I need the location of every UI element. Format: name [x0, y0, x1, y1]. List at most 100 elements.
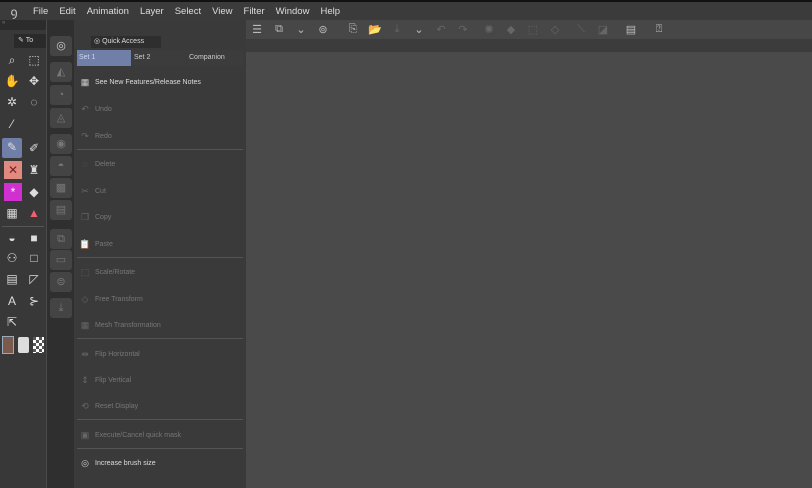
quick-access-item[interactable]: ◎ Increase brush size: [77, 451, 243, 475]
quick-access-item[interactable]: ↶ Undo: [77, 97, 243, 121]
redo-icon[interactable]: ↷: [452, 23, 474, 36]
tab-companion[interactable]: Companion: [187, 50, 243, 66]
menu-window[interactable]: Window: [271, 6, 316, 17]
quick-access-item[interactable]: ◇ Free Transform: [77, 287, 243, 311]
sub-color-swatch[interactable]: [18, 337, 29, 353]
quick-access-item[interactable]: ▣ Execute/Cancel quick mask: [77, 423, 243, 447]
tab-set-2[interactable]: Set 2: [132, 50, 186, 66]
strip-icon[interactable]: ◔: [50, 85, 72, 105]
menu-view[interactable]: View: [207, 6, 238, 17]
invert-icon[interactable]: ◪: [592, 23, 614, 36]
strip-icon[interactable]: ⧉: [50, 229, 72, 249]
scale-icon[interactable]: ⬚: [522, 23, 544, 36]
collapse-icon[interactable]: «: [0, 20, 46, 30]
tab-tool[interactable]: ✎ To: [14, 34, 46, 48]
rectangle-tool-icon[interactable]: □: [25, 249, 43, 267]
deselect-icon[interactable]: ⟍: [570, 23, 592, 36]
quick-access-item[interactable]: ▦ Mesh Transformation: [77, 313, 243, 337]
chevron-down-icon[interactable]: ⌄: [408, 23, 430, 36]
quick-access-item[interactable]: ↷ Redo: [77, 124, 243, 148]
menu-bar: ꝯ File Edit Animation Layer Select View …: [0, 0, 812, 20]
chevron-down-icon[interactable]: ⌄: [290, 23, 312, 36]
blend-tool-icon[interactable]: ▲: [25, 204, 43, 222]
eyedropper-tool-icon[interactable]: ⁄: [3, 115, 21, 133]
strip-icon[interactable]: ◬: [50, 108, 72, 128]
frame-tool-icon[interactable]: ▦: [3, 204, 21, 222]
quick-access-item[interactable]: ⟲ Reset Display: [77, 394, 243, 418]
quick-access-item[interactable]: ◌ Delete: [77, 152, 243, 176]
figure-tool-icon[interactable]: ⚇: [3, 249, 21, 267]
balloon-tool-icon[interactable]: ⊱: [25, 292, 43, 310]
clear-icon[interactable]: ✺: [478, 23, 500, 36]
quick-access-item[interactable]: ❐ Copy: [77, 205, 243, 229]
quick-access-tab[interactable]: ◎ Quick Access: [91, 36, 161, 48]
pen-tool-icon[interactable]: ✎: [2, 138, 22, 158]
quick-access-item[interactable]: ⬚ Scale/Rotate: [77, 260, 243, 284]
ruler-tool-icon[interactable]: ◸: [25, 270, 43, 288]
strip-icon[interactable]: ▤: [50, 200, 72, 220]
command-bar: ☰ ⧉ ⌄ ⊚ ⎘ 📂 ⤓ ⌄ ↶ ↷ ✺ ◆ ⬚ ◇ ⟍ ◪ ▤ ⍰: [246, 20, 812, 39]
quick-access-item[interactable]: ⇹ Flip Horizontal: [77, 342, 243, 366]
quick-access-item[interactable]: ✂ Cut: [77, 179, 243, 203]
menu-help[interactable]: Help: [315, 6, 346, 17]
quick-access-icon[interactable]: ◎: [50, 36, 72, 56]
strip-icon[interactable]: ◓: [50, 156, 72, 176]
lasso-tool-icon[interactable]: ◌: [25, 93, 43, 111]
strip-icon[interactable]: ▭: [50, 250, 72, 270]
undo-icon[interactable]: ↶: [430, 23, 452, 36]
scale-icon: ⬚: [80, 266, 90, 277]
pencil-tool-icon[interactable]: ✐: [25, 139, 43, 157]
transform-icon: ◇: [81, 293, 89, 304]
fill-tool-icon[interactable]: ◒: [3, 229, 21, 247]
canvas-area[interactable]: [246, 52, 812, 488]
panel-tool-icon[interactable]: ▤: [3, 270, 21, 288]
save-icon[interactable]: ⤓: [386, 23, 408, 36]
airbrush-tool-icon[interactable]: *: [4, 183, 22, 201]
menu-animation[interactable]: Animation: [82, 6, 135, 17]
menu-layer[interactable]: Layer: [135, 6, 170, 17]
zoom-tool-icon[interactable]: ⌕: [3, 51, 21, 69]
strip-icon[interactable]: ◭: [50, 62, 72, 82]
help-icon[interactable]: ⍰: [648, 23, 670, 36]
transparent-color-swatch[interactable]: [33, 337, 44, 353]
reset-icon: ⟲: [81, 400, 89, 411]
strip-icon[interactable]: ▩: [50, 178, 72, 198]
quick-access-item-label: Cut: [95, 187, 106, 195]
text-tool-icon[interactable]: A: [3, 292, 21, 310]
menu-icon[interactable]: ☰: [246, 23, 268, 36]
move-tool-icon[interactable]: ✥: [25, 72, 43, 90]
transform-icon[interactable]: ◇: [544, 23, 566, 36]
menu-file[interactable]: File: [28, 6, 54, 17]
menu-select[interactable]: Select: [170, 6, 207, 17]
strip-icon[interactable]: ⤓: [50, 298, 72, 318]
new-icon[interactable]: ⧉: [268, 23, 290, 36]
gradient-tool-icon[interactable]: ■: [25, 229, 43, 247]
quick-access-item[interactable]: 📋 Paste: [77, 232, 243, 256]
hand-tool-icon[interactable]: ✋: [3, 72, 21, 90]
operation-tool-icon[interactable]: ⬚: [25, 51, 43, 69]
flip-horizontal-icon: ⇹: [81, 348, 89, 359]
correct-line-tool-icon[interactable]: ⇱: [3, 313, 21, 331]
auto-select-tool-icon[interactable]: ✲: [3, 93, 21, 111]
new-file-icon[interactable]: ⎘: [342, 23, 364, 36]
quick-access-item-label: Undo: [95, 105, 112, 113]
menu-edit[interactable]: Edit: [54, 6, 81, 17]
quick-access-item[interactable]: ▦ See New Features/Release Notes: [77, 70, 243, 94]
stamp-tool-icon[interactable]: ♜: [25, 161, 43, 179]
decoration-tool-icon[interactable]: ✕: [4, 161, 22, 179]
clip-studio-icon[interactable]: ⊚: [312, 23, 334, 36]
fill-icon[interactable]: ◆: [500, 23, 522, 36]
main-color-swatch[interactable]: [2, 336, 14, 354]
document-icon[interactable]: ▤: [620, 23, 642, 36]
delete-icon: ◌: [82, 159, 88, 169]
menu-filter[interactable]: Filter: [239, 6, 271, 17]
strip-icon[interactable]: ◉: [50, 134, 72, 154]
eraser-tool-icon[interactable]: ◆: [25, 183, 43, 201]
divider: [77, 149, 243, 150]
quick-access-item[interactable]: ⇕ Flip Vertical: [77, 368, 243, 392]
tab-set-1[interactable]: Set 1: [77, 50, 131, 66]
quick-access-item-label: See New Features/Release Notes: [95, 78, 201, 86]
open-folder-icon[interactable]: 📂: [364, 23, 386, 36]
strip-icon[interactable]: ⊜: [50, 272, 72, 292]
quick-access-item-label: Redo: [95, 132, 112, 140]
